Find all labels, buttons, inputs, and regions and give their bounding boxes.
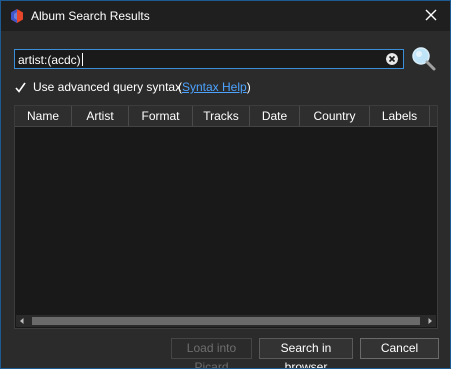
syntax-help-link[interactable]: Syntax Help [182,80,247,94]
column-header-format[interactable]: Format [129,106,193,126]
picard-logo-icon [11,9,23,23]
scroll-right-arrow-icon[interactable] [424,315,436,327]
advanced-syntax-checkbox[interactable] [14,81,27,94]
horizontal-scrollbar[interactable] [16,315,436,327]
scroll-left-arrow-icon[interactable] [16,315,28,327]
text-caret [81,53,83,66]
advanced-syntax-label: Use advanced query syntax [33,80,182,94]
column-header-labels[interactable]: Labels [370,106,430,126]
load-into-picard-button[interactable]: Load into Picard [171,338,252,368]
scrollbar-thumb[interactable] [32,317,420,325]
album-search-dialog: Album Search Results artist:(acdc) Use a… [0,0,451,369]
search-query-text[interactable]: artist:(acdc) [18,53,83,67]
column-header-artist[interactable]: Artist [72,106,129,126]
syntax-help-close-paren: ) [246,80,251,94]
table-header: Name Artist Format Tracks Date Country L… [15,106,437,127]
window-title: Album Search Results [31,9,150,23]
close-icon[interactable] [424,8,438,22]
search-in-browser-button[interactable]: Search in browser [259,338,353,368]
search-input[interactable]: artist:(acdc) [14,49,404,69]
cancel-button[interactable]: Cancel [360,338,439,359]
title-bar: Album Search Results [1,1,450,31]
column-header-country[interactable]: Country [300,106,370,126]
column-header-name[interactable]: Name [15,106,72,126]
column-header-overflow [430,106,437,126]
column-header-date[interactable]: Date [250,106,300,126]
magnifier-search-icon[interactable] [410,45,436,71]
syntax-help: (Syntax Help) [178,80,251,94]
column-header-tracks[interactable]: Tracks [193,106,250,126]
results-table[interactable]: Name Artist Format Tracks Date Country L… [14,105,438,329]
clear-input-icon[interactable] [386,53,398,65]
